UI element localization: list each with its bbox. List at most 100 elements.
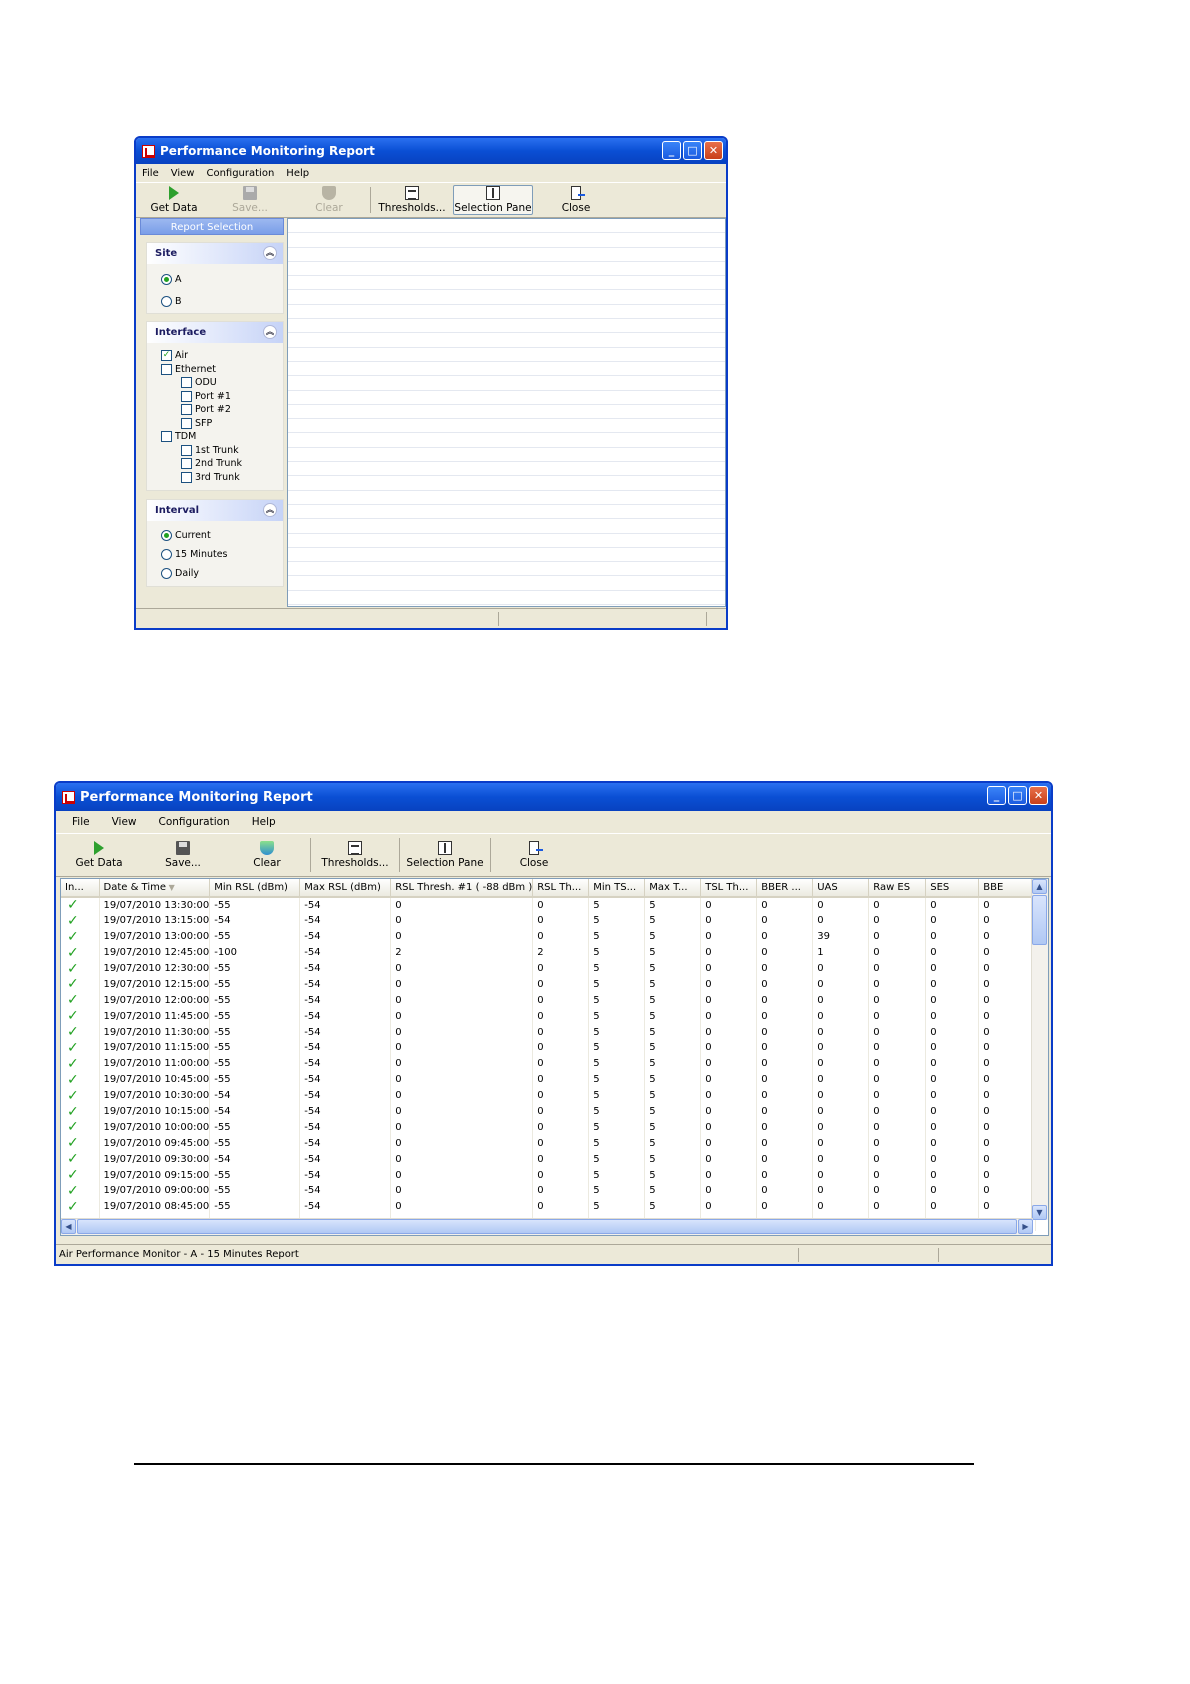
- column-header[interactable]: TSL Th...: [700, 879, 758, 898]
- maximize-button[interactable]: □: [683, 141, 702, 160]
- interface-group-header[interactable]: Interface ︽: [147, 322, 283, 343]
- interface-item-3rd-trunk[interactable]: 3rd Trunk: [181, 471, 240, 483]
- minimize-button[interactable]: _: [662, 141, 681, 160]
- save-icon: [176, 841, 190, 855]
- close-button[interactable]: Close: [491, 834, 577, 876]
- title-bar[interactable]: Performance Monitoring Report _ □ ✕: [56, 783, 1051, 811]
- menu-file[interactable]: File: [72, 816, 90, 828]
- column-header[interactable]: Raw ES: [868, 879, 927, 898]
- table-row[interactable]: ✓ 19/07/2010 10:00:00 -55 -54 0 0 5 5 0 0 0 0 0 0: [61, 1119, 1037, 1136]
- interface-item-air[interactable]: ✓ Air: [161, 350, 188, 361]
- interval-option-15-minutes[interactable]: 15 Minutes: [161, 549, 228, 560]
- pm-report-window-results: Performance Monitoring Report _ □ ✕ File…: [54, 781, 1053, 1266]
- table-row[interactable]: ✓ 19/07/2010 12:15:00 -55 -54 0 0 5 5 0 0 0 0 0 0: [61, 976, 1037, 993]
- table-row[interactable]: ✓ 19/07/2010 10:45:00 -55 -54 0 0 5 5 0 0 0 0 0 0: [61, 1071, 1037, 1088]
- table-row[interactable]: ✓ 19/07/2010 11:00:00 -55 -54 0 0 5 5 0 0 0 0 0 0: [61, 1055, 1037, 1072]
- table-cell: 0: [978, 1135, 1037, 1152]
- table-row[interactable]: ✓ 19/07/2010 10:30:00 -54 -54 0 0 5 5 0 0 0 0 0 0: [61, 1087, 1037, 1104]
- interface-item-2nd-trunk[interactable]: 2nd Trunk: [181, 458, 242, 469]
- column-header[interactable]: BBER ...: [756, 879, 814, 898]
- interval-option-current[interactable]: Current: [161, 530, 211, 541]
- horizontal-scrollbar[interactable]: ◀ ▶: [61, 1218, 1033, 1235]
- table-cell: -54: [299, 992, 392, 1009]
- menu-view[interactable]: View: [112, 816, 137, 828]
- report-table[interactable]: In... Date & Time ▼ Min RSL (dBm) Max RSL (…: [60, 878, 1049, 1236]
- selection-pane-button[interactable]: Selection Pane: [400, 834, 490, 876]
- column-header[interactable]: BBE: [978, 879, 1037, 898]
- collapse-chevron-icon[interactable]: ︽: [263, 325, 277, 339]
- column-header[interactable]: Min RSL (dBm): [209, 879, 301, 898]
- table-cell: 5: [644, 960, 702, 977]
- column-header[interactable]: Max T...: [644, 879, 702, 898]
- table-row[interactable]: ✓ 19/07/2010 12:00:00 -55 -54 0 0 5 5 0 0 0 0 0 0: [61, 992, 1037, 1009]
- menu-view[interactable]: View: [171, 168, 195, 179]
- table-cell: 0: [812, 976, 870, 993]
- column-header[interactable]: Max RSL (dBm): [299, 879, 392, 898]
- site-group-header[interactable]: Site ︽: [147, 243, 283, 264]
- collapse-chevron-icon[interactable]: ︽: [263, 246, 277, 260]
- clear-button[interactable]: Clear: [224, 834, 310, 876]
- interface-item-sfp[interactable]: SFP: [181, 417, 212, 429]
- site-option-b[interactable]: B: [161, 296, 182, 307]
- table-row[interactable]: ✓ 19/07/2010 13:15:00 -54 -54 0 0 5 5 0 0 0 0 0 0: [61, 912, 1037, 929]
- interval-group-header[interactable]: Interval ︽: [147, 500, 283, 521]
- report-results-pane[interactable]: [287, 218, 726, 607]
- thresholds-button[interactable]: Thresholds...: [311, 834, 399, 876]
- table-row[interactable]: ✓ 19/07/2010 12:45:00 -100 -54 2 2 5 5 0 0 1 0 0 0: [61, 944, 1037, 961]
- scroll-right-icon[interactable]: ▶: [1018, 1219, 1033, 1234]
- menu-help[interactable]: Help: [286, 168, 309, 179]
- column-header[interactable]: SES: [925, 879, 980, 898]
- table-row[interactable]: ✓ 19/07/2010 13:00:00 -55 -54 0 0 5 5 0 0 39 0 0 0: [61, 928, 1037, 945]
- column-header[interactable]: In...: [61, 879, 100, 898]
- scroll-thumb[interactable]: [77, 1219, 1017, 1234]
- collapse-chevron-icon[interactable]: ︽: [263, 503, 277, 517]
- table-row[interactable]: ✓ 19/07/2010 09:45:00 -55 -54 0 0 5 5 0 0 0 0 0 0: [61, 1135, 1037, 1152]
- table-row[interactable]: ✓ 19/07/2010 11:30:00 -55 -54 0 0 5 5 0 0 0 0 0 0: [61, 1024, 1037, 1041]
- thresholds-button[interactable]: Thresholds...: [371, 183, 453, 217]
- get-data-button[interactable]: Get Data: [56, 834, 142, 876]
- save-button[interactable]: Save...: [142, 834, 224, 876]
- scroll-up-icon[interactable]: ▲: [1032, 879, 1047, 894]
- table-row[interactable]: ✓ 19/07/2010 09:30:00 -54 -54 0 0 5 5 0 0 0 0 0 0: [61, 1151, 1037, 1168]
- menu-configuration[interactable]: Configuration: [206, 168, 274, 179]
- interface-item-1st-trunk[interactable]: 1st Trunk: [181, 444, 239, 456]
- table-row[interactable]: ✓ 19/07/2010 09:00:00 -55 -54 0 0 5 5 0 0 0 0 0 0: [61, 1183, 1037, 1199]
- title-bar[interactable]: Performance Monitoring Report _ □ ✕: [136, 138, 726, 164]
- column-header[interactable]: Min TS...: [588, 879, 646, 898]
- column-header[interactable]: RSL Thresh. #1 ( -88 dBm ): [390, 879, 534, 898]
- interface-item-odu[interactable]: ODU: [181, 377, 217, 388]
- selection-pane-button[interactable]: Selection Pane: [453, 185, 533, 215]
- interface-item-tdm[interactable]: TDM: [161, 431, 196, 442]
- interface-item-port2[interactable]: Port #2: [181, 404, 231, 415]
- table-row[interactable]: ✓ 19/07/2010 12:30:00 -55 -54 0 0 5 5 0 0 0 0 0 0: [61, 960, 1037, 977]
- table-row[interactable]: ✓ 19/07/2010 08:45:00 -55 -54 0 0 5 5 0 0 0 0 0 0: [61, 1198, 1037, 1215]
- table-row[interactable]: ✓ 19/07/2010 13:30:00 -55 -54 0 0 5 5 0 0 0 0 0 0: [61, 897, 1037, 913]
- table-row[interactable]: ✓ 19/07/2010 09:15:00 -55 -54 0 0 5 5 0 0 0 0 0 0: [61, 1167, 1037, 1184]
- column-header[interactable]: Date & Time ▼: [99, 879, 211, 898]
- scroll-thumb[interactable]: [1032, 895, 1047, 945]
- scroll-down-icon[interactable]: ▼: [1032, 1205, 1047, 1220]
- column-header[interactable]: RSL Th...: [532, 879, 590, 898]
- minimize-button[interactable]: _: [987, 786, 1006, 805]
- close-window-button[interactable]: ✕: [704, 141, 723, 160]
- menu-help[interactable]: Help: [252, 816, 276, 828]
- scroll-left-icon[interactable]: ◀: [61, 1219, 76, 1234]
- column-header[interactable]: UAS: [812, 879, 870, 898]
- menu-file[interactable]: File: [142, 168, 159, 179]
- interval-option-daily[interactable]: Daily: [161, 568, 199, 579]
- table-row[interactable]: ✓ 19/07/2010 10:15:00 -54 -54 0 0 5 5 0 0 0 0 0 0: [61, 1103, 1037, 1120]
- get-data-button[interactable]: Get Data: [136, 183, 212, 217]
- site-option-a[interactable]: A: [161, 274, 182, 285]
- interface-item-ethernet[interactable]: Ethernet: [161, 363, 216, 375]
- table-cell: 0: [700, 1024, 758, 1041]
- close-button[interactable]: Close: [533, 183, 619, 217]
- clear-button[interactable]: Clear: [288, 183, 370, 217]
- menu-configuration[interactable]: Configuration: [159, 816, 230, 828]
- interface-item-port1[interactable]: Port #1: [181, 390, 231, 402]
- maximize-button[interactable]: □: [1008, 786, 1027, 805]
- vertical-scrollbar[interactable]: ▲ ▼: [1031, 879, 1048, 1220]
- table-row[interactable]: ✓ 19/07/2010 11:45:00 -55 -54 0 0 5 5 0 0 0 0 0 0: [61, 1008, 1037, 1025]
- save-button[interactable]: Save...: [212, 183, 288, 217]
- close-window-button[interactable]: ✕: [1029, 786, 1048, 805]
- table-row[interactable]: ✓ 19/07/2010 11:15:00 -55 -54 0 0 5 5 0 0 0 0 0 0: [61, 1040, 1037, 1056]
